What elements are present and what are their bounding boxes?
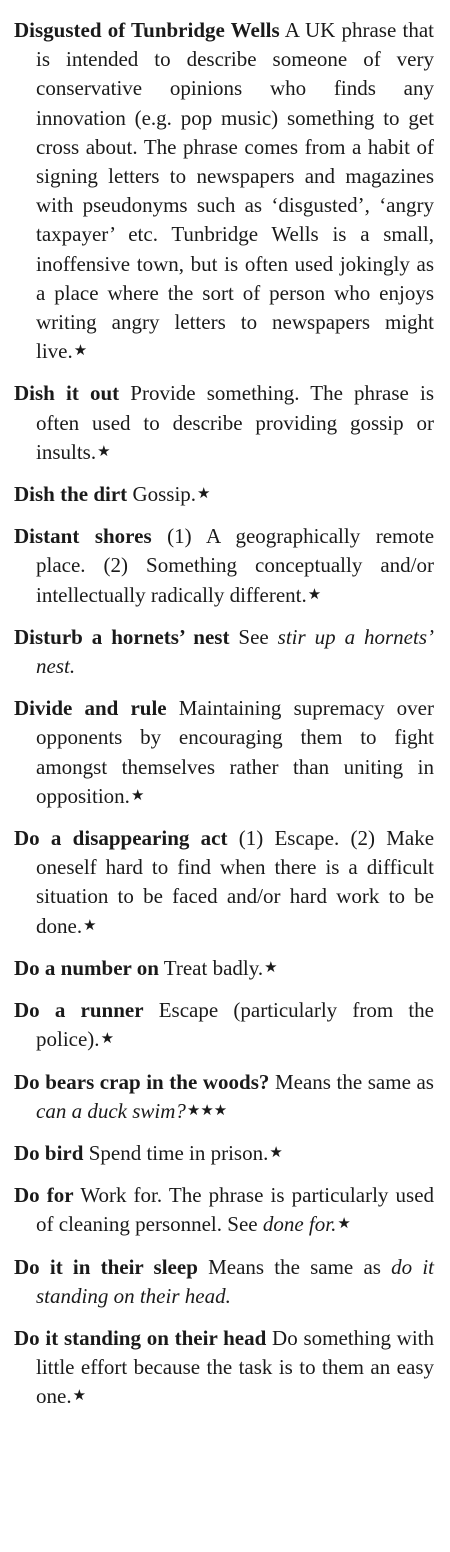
dictionary-entry: Do it standing on their head Do some­thi…	[14, 1324, 434, 1412]
dictionary-entry: Do a number on Treat badly.★	[14, 954, 434, 983]
rating-stars: ★	[100, 1031, 115, 1048]
rating-stars: ★	[269, 1144, 283, 1161]
rating-stars: ★	[97, 443, 111, 460]
entry-headword: Do a number on	[14, 955, 159, 980]
dictionary-entry: Distant shores (1) A geographically remo…	[14, 522, 434, 610]
rating-stars: ★	[73, 343, 88, 360]
entry-definition: See	[238, 624, 269, 649]
dictionary-entry: Do bears crap in the woods? Means the sa…	[14, 1068, 434, 1126]
dictionary-entry: Do it in their sleep Means the same as d…	[14, 1253, 434, 1311]
entry-headword: Do for	[14, 1183, 74, 1208]
entry-definition: Means the same as	[208, 1254, 381, 1279]
dictionary-entry: Do a disappearing act (1) Escape. (2) Ma…	[14, 824, 434, 941]
entry-definition: Treat badly.	[163, 955, 264, 980]
rating-stars: ★	[307, 586, 322, 603]
cross-reference: done for.	[262, 1212, 337, 1237]
entry-headword: Do a disappearing act	[14, 826, 228, 851]
entry-headword: Dish it out	[14, 381, 120, 406]
entry-headword: Do it in their sleep	[14, 1254, 198, 1279]
rating-stars: ★	[83, 917, 97, 934]
rating-stars: ★	[130, 787, 145, 804]
entry-definition: Gossip.	[132, 482, 197, 507]
entry-definition: A UK phrase that is intended to describe…	[36, 18, 435, 364]
entry-headword: Do bears crap in the woods?	[14, 1069, 270, 1094]
dictionary-page: Disgusted of Tunbridge Wells A UK phrase…	[0, 0, 450, 1552]
entry-headword: Do a runner	[14, 998, 144, 1023]
rating-stars: ★	[337, 1216, 351, 1233]
rating-stars: ★	[264, 959, 278, 976]
rating-stars: ★	[197, 486, 211, 503]
rating-stars: ★★★	[186, 1102, 228, 1119]
entry-definition: Spend time in prison.	[88, 1140, 269, 1165]
cross-reference: can a duck swim?	[36, 1098, 186, 1123]
dictionary-entry: Dish the dirt Gossip.★	[14, 480, 434, 509]
dictionary-entry: Do bird Spend time in prison.★	[14, 1139, 434, 1168]
entry-definition: Means the same as	[274, 1069, 434, 1094]
entry-headword: Do it standing on their head	[14, 1325, 267, 1350]
rating-stars: ★	[72, 1388, 87, 1405]
entry-definition: Work for. The phrase is particularly use…	[36, 1183, 435, 1237]
dictionary-entry: Divide and rule Maintaining supremacy ov…	[14, 694, 434, 811]
dictionary-entry: Do for Work for. The phrase is particula…	[14, 1181, 434, 1239]
entry-headword: Disgusted of Tunbridge Wells	[14, 18, 280, 42]
entry-headword: Do bird	[14, 1140, 84, 1165]
entry-headword: Divide and rule	[14, 696, 167, 721]
entry-headword: Dish the dirt	[14, 482, 128, 507]
entry-headword: Distant shores	[14, 524, 152, 549]
dictionary-entry: Disturb a hornets’ nest See stir up a ho…	[14, 623, 434, 681]
dictionary-entry: Disgusted of Tunbridge Wells A UK phrase…	[14, 16, 434, 366]
dictionary-entry: Do a runner Escape (particularly from th…	[14, 996, 434, 1054]
entry-headword: Disturb a hornets’ nest	[14, 624, 230, 649]
dictionary-entry: Dish it out Provide something. The phras…	[14, 379, 434, 467]
